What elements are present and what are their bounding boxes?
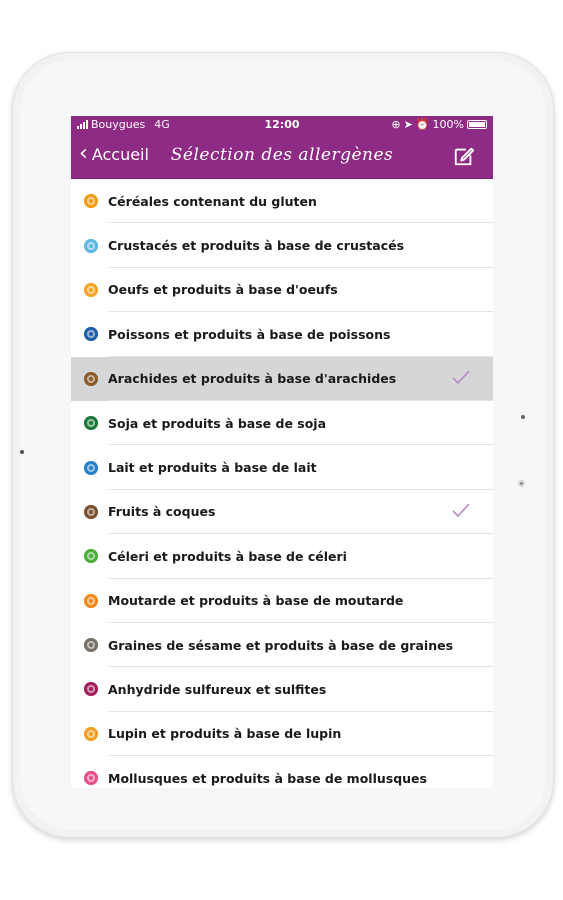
- allergen-label: Céleri et produits à base de céleri: [108, 548, 347, 564]
- allergen-label: Lupin et produits à base de lupin: [108, 726, 342, 742]
- nut-icon: [84, 504, 98, 519]
- allergen-row[interactable]: Fruits à coques: [71, 489, 493, 535]
- fish-icon: [84, 327, 98, 342]
- allergen-label: Mollusques et produits à base de mollusq…: [108, 770, 427, 786]
- milk-icon: [84, 460, 98, 475]
- allergen-label: Moutarde et produits à base de moutarde: [108, 593, 404, 609]
- allergen-row[interactable]: Lait et produits à base de lait: [71, 445, 493, 491]
- allergen-label: Céréales contenant du gluten: [108, 193, 317, 209]
- sesame-icon: [84, 638, 98, 653]
- allergen-row[interactable]: Poissons et produits à base de poissons: [71, 312, 493, 357]
- checkmark-icon: [452, 370, 470, 384]
- allergen-label: Poissons et produits à base de poissons: [108, 326, 391, 342]
- sulfite-icon: [84, 682, 98, 697]
- mustard-icon: [84, 593, 98, 608]
- checkmark-icon: [452, 503, 470, 517]
- status-bar: Bouygues 4G 12:00 ⊕ ➤ ⏰ 100%: [71, 116, 493, 134]
- app-screen: Bouygues 4G 12:00 ⊕ ➤ ⏰ 100% ‹ Accueil S…: [71, 116, 493, 788]
- allergen-row[interactable]: Oeufs et produits à base d'oeufs: [71, 267, 493, 313]
- navigation-icon: ➤: [403, 118, 413, 131]
- allergen-row[interactable]: Moutarde et produits à base de moutarde: [71, 578, 493, 624]
- battery-icon: [467, 120, 487, 129]
- alarm-icon: ⏰: [415, 118, 430, 131]
- nav-bar: ‹ Accueil Sélection des allergènes: [71, 134, 493, 179]
- allergen-row[interactable]: Anhydride sulfureux et sulfites: [71, 667, 493, 713]
- crustacean-icon: [84, 238, 98, 253]
- allergen-row[interactable]: Arachides et produits à base d'arachides: [71, 356, 493, 402]
- allergen-label: Fruits à coques: [108, 504, 216, 520]
- allergen-label: Lait et produits à base de lait: [108, 460, 317, 476]
- allergen-label: Anhydride sulfureux et sulfites: [108, 681, 327, 697]
- allergen-row[interactable]: Mollusques et produits à base de mollusq…: [71, 756, 493, 788]
- soy-icon: [84, 416, 98, 431]
- lupin-icon: [84, 726, 98, 741]
- allergen-label: Graines de sésame et produits à base de …: [108, 637, 454, 653]
- status-right: ⊕ ➤ ⏰ 100%: [391, 118, 487, 131]
- egg-icon: [84, 282, 98, 297]
- gluten-icon: [84, 194, 98, 209]
- allergen-label: Crustacés et produits à base de crustacé…: [108, 238, 405, 254]
- page-title: Sélection des allergènes: [170, 145, 394, 165]
- celery-icon: [84, 549, 98, 564]
- allergen-label: Soja et produits à base de soja: [108, 415, 327, 431]
- peanut-icon: [84, 371, 98, 386]
- battery-label: 100%: [432, 118, 464, 131]
- allergen-row[interactable]: Graines de sésame et produits à base de …: [71, 622, 493, 668]
- allergen-row[interactable]: Céleri et produits à base de céleri: [71, 534, 493, 579]
- edit-icon[interactable]: [453, 145, 475, 167]
- allergen-row[interactable]: Lupin et produits à base de lupin: [71, 711, 493, 757]
- allergen-row[interactable]: Crustacés et produits à base de crustacé…: [71, 223, 493, 269]
- allergen-label: Arachides et produits à base d'arachides: [108, 371, 397, 387]
- location-icon: ⊕: [391, 118, 401, 131]
- allergen-list: Céréales contenant du gluten Crustacés et…: [71, 179, 493, 788]
- mollusc-icon: [84, 771, 98, 786]
- home-sensor: [518, 480, 525, 487]
- sensor-dot: [521, 415, 525, 419]
- allergen-row[interactable]: Soja et produits à base de soja: [71, 400, 493, 446]
- allergen-row[interactable]: Céréales contenant du gluten: [71, 179, 493, 224]
- allergen-label: Oeufs et produits à base d'oeufs: [108, 282, 338, 298]
- camera-dot: [20, 450, 24, 454]
